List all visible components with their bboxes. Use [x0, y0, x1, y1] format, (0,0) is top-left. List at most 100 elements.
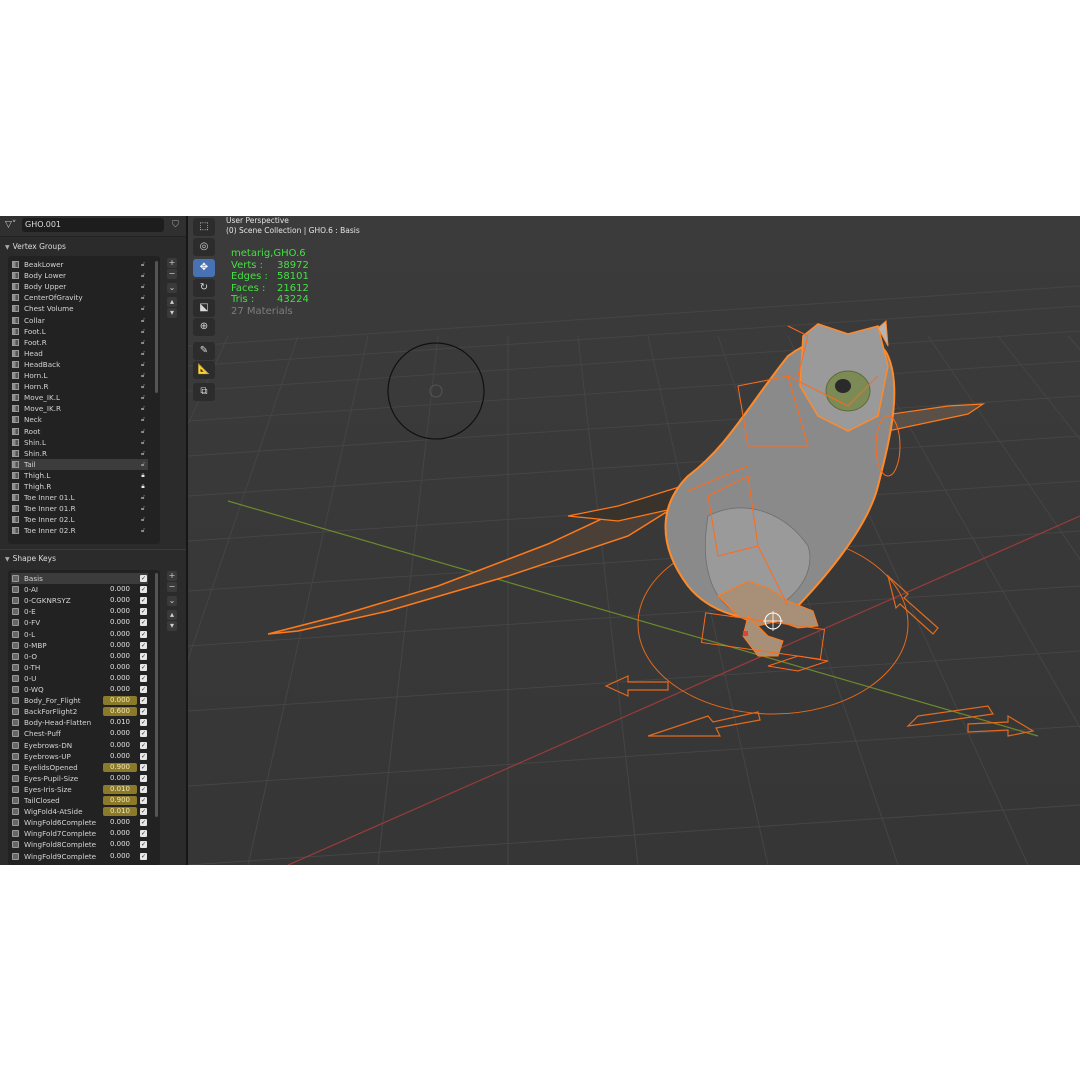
shape-key-mute-checkbox[interactable]: ✓: [140, 752, 147, 760]
shape-key-row[interactable]: WingFold9Complete 0.000 ✓: [11, 851, 148, 862]
vertex-groups-list[interactable]: BeakLower 🔓︎ Body Lower 🔓︎ Body Upper 🔓︎ Cente…: [8, 256, 160, 544]
shape-key-row[interactable]: 0-MBP 0.000 ✓: [11, 640, 148, 651]
cursor-tool[interactable]: ◎: [193, 238, 215, 256]
shape-key-row[interactable]: 0-FV 0.000 ✓: [11, 617, 148, 628]
shape-key-mute-checkbox[interactable]: ✓: [140, 608, 147, 616]
scale-tool[interactable]: ⬕: [193, 299, 215, 317]
shape-key-row[interactable]: Eyes-Iris-Size 0.010 ✓: [11, 784, 148, 795]
shape-key-row[interactable]: TailClosed 0.900 ✓: [11, 795, 148, 806]
lock-closed-icon[interactable]: 🔒︎: [139, 470, 147, 481]
shape-key-row[interactable]: 0-WQ 0.000 ✓: [11, 684, 148, 695]
select-box-tool[interactable]: ⬚: [193, 218, 215, 236]
lock-open-icon[interactable]: 🔓︎: [139, 514, 147, 525]
shape-key-row[interactable]: Basis ✓: [11, 573, 148, 584]
lock-open-icon[interactable]: 🔓︎: [139, 403, 147, 414]
vertex-group-row[interactable]: Chest Volume 🔓︎: [11, 303, 148, 314]
shape-key-value-field[interactable]: 0.000: [103, 852, 137, 861]
move-group-down-button[interactable]: ▾: [167, 308, 177, 318]
vertex-group-row[interactable]: Body Lower 🔓︎: [11, 270, 148, 281]
shape-key-row[interactable]: 0-CGKNRSYZ 0.000 ✓: [11, 595, 148, 606]
shape-key-value-field[interactable]: 0.000: [103, 585, 137, 594]
shape-key-mute-checkbox[interactable]: ✓: [140, 663, 147, 671]
lock-open-icon[interactable]: 🔓︎: [139, 270, 147, 281]
remove-shape-key-button[interactable]: −: [167, 582, 177, 592]
move-group-up-button[interactable]: ▴: [167, 297, 177, 307]
move-key-down-button[interactable]: ▾: [167, 621, 177, 631]
shape-key-value-field[interactable]: [103, 574, 137, 583]
lock-open-icon[interactable]: 🔓︎: [139, 259, 147, 270]
lock-open-icon[interactable]: 🔓︎: [139, 337, 147, 348]
add-vertex-group-button[interactable]: +: [167, 258, 177, 268]
shape-key-value-field[interactable]: 0.010: [103, 784, 137, 794]
shape-key-mute-checkbox[interactable]: ✓: [140, 630, 147, 638]
lock-closed-icon[interactable]: 🔒︎: [139, 481, 147, 492]
shape-key-row[interactable]: WingFold7Complete 0.000 ✓: [11, 828, 148, 839]
shape-key-value-field[interactable]: 0.000: [103, 774, 137, 783]
shape-key-value-field[interactable]: 0.000: [103, 685, 137, 694]
shape-key-row[interactable]: EyelidsOpened 0.900 ✓: [11, 762, 148, 773]
shape-key-mute-checkbox[interactable]: ✓: [140, 808, 147, 816]
vertex-group-row[interactable]: Tail 🔓︎: [11, 458, 148, 470]
vertex-group-row[interactable]: Foot.R 🔓︎: [11, 337, 148, 348]
shape-key-value-field[interactable]: 0.900: [103, 796, 137, 805]
shape-key-mute-checkbox[interactable]: ✓: [140, 852, 147, 860]
lock-open-icon[interactable]: 🔓︎: [139, 426, 147, 437]
vertex-group-specials-button[interactable]: ⌄: [167, 283, 177, 293]
lock-open-icon[interactable]: 🔓︎: [139, 392, 147, 403]
vertex-group-row[interactable]: Head 🔓︎: [11, 348, 148, 359]
shape-key-value-field[interactable]: 0.000: [103, 840, 137, 849]
lock-open-icon[interactable]: 🔓︎: [139, 359, 147, 370]
vertex-group-row[interactable]: Shin.R 🔓︎: [11, 448, 148, 459]
shape-key-row[interactable]: 0-U 0.000 ✓: [11, 673, 148, 684]
vertex-group-row[interactable]: Collar 🔓︎: [11, 315, 148, 326]
shape-key-row[interactable]: WingFold8Complete 0.000 ✓: [11, 839, 148, 850]
shape-key-row[interactable]: Eyebrows-UP 0.000 ✓: [11, 751, 148, 762]
shape-key-value-field[interactable]: 0.000: [103, 663, 137, 672]
shape-key-value-field[interactable]: 0.000: [103, 752, 137, 761]
mesh-data-icon[interactable]: ▽˅: [5, 220, 16, 230]
shape-key-value-field[interactable]: 0.000: [103, 618, 137, 627]
vertex-groups-scrollbar[interactable]: [155, 261, 158, 393]
shape-key-value-field[interactable]: 0.600: [103, 707, 137, 717]
vertex-group-row[interactable]: CenterOfGravity 🔓︎: [11, 292, 148, 303]
vertex-group-row[interactable]: Move_IK.L 🔓︎: [11, 392, 148, 403]
shape-key-row[interactable]: 0-TH 0.000 ✓: [11, 662, 148, 673]
shape-key-mute-checkbox[interactable]: ✓: [140, 641, 147, 649]
fake-user-shield-icon[interactable]: ⛉: [170, 220, 181, 231]
move-key-up-button[interactable]: ▴: [167, 610, 177, 620]
shape-key-value-field[interactable]: 0.000: [103, 607, 137, 616]
vertex-group-row[interactable]: Horn.R 🔓︎: [11, 381, 148, 392]
lock-open-icon[interactable]: 🔓︎: [139, 448, 147, 459]
shape-key-row[interactable]: Chest-Puff 0.000 ✓: [11, 728, 148, 739]
vertex-group-row[interactable]: HeadBack 🔓︎: [11, 359, 148, 370]
shape-key-value-field[interactable]: 0.000: [103, 652, 137, 661]
rotate-tool[interactable]: ↻: [193, 279, 215, 297]
shape-key-mute-checkbox[interactable]: ✓: [140, 575, 147, 582]
lock-open-icon[interactable]: 🔓︎: [139, 315, 147, 326]
shape-key-value-field[interactable]: 0.000: [103, 641, 137, 650]
shape-key-row[interactable]: BackForFlight2 0.600 ✓: [11, 706, 148, 717]
vertex-group-row[interactable]: Neck 🔓︎: [11, 414, 148, 425]
vertex-group-row[interactable]: Move_IK.R 🔓︎: [11, 403, 148, 414]
vertex-group-row[interactable]: Root 🔓︎: [11, 426, 148, 437]
shape-key-mute-checkbox[interactable]: ✓: [140, 674, 147, 682]
shape-key-specials-button[interactable]: ⌄: [167, 596, 177, 606]
vertex-group-row[interactable]: Thigh.L 🔒︎: [11, 470, 148, 481]
add-shape-key-button[interactable]: +: [167, 571, 177, 581]
shape-key-mute-checkbox[interactable]: ✓: [140, 819, 147, 827]
lock-open-icon[interactable]: 🔓︎: [139, 414, 147, 425]
lock-open-icon[interactable]: 🔓︎: [139, 281, 147, 292]
shape-key-value-field[interactable]: 0.000: [103, 630, 137, 639]
shape-key-value-field[interactable]: 0.000: [103, 741, 137, 750]
add-cube-tool[interactable]: ⧉: [193, 383, 215, 401]
shape-key-row[interactable]: Body-Head-Flatten 0.010 ✓: [11, 717, 148, 728]
shape-key-row[interactable]: 0-E 0.000 ✓: [11, 606, 148, 617]
shape-keys-header[interactable]: ▼ Shape Keys: [5, 552, 56, 566]
shape-key-row[interactable]: WigFold4-AtSide 0.010 ✓: [11, 806, 148, 817]
vertex-group-row[interactable]: Foot.L 🔓︎: [11, 326, 148, 337]
shape-key-mute-checkbox[interactable]: ✓: [140, 841, 147, 849]
shape-key-mute-checkbox[interactable]: ✓: [140, 785, 147, 793]
shape-key-mute-checkbox[interactable]: ✓: [140, 763, 147, 771]
vertex-group-row[interactable]: Toe Inner 02.L 🔓︎: [11, 514, 148, 525]
vertex-group-row[interactable]: BeakLower 🔓︎: [11, 259, 148, 270]
